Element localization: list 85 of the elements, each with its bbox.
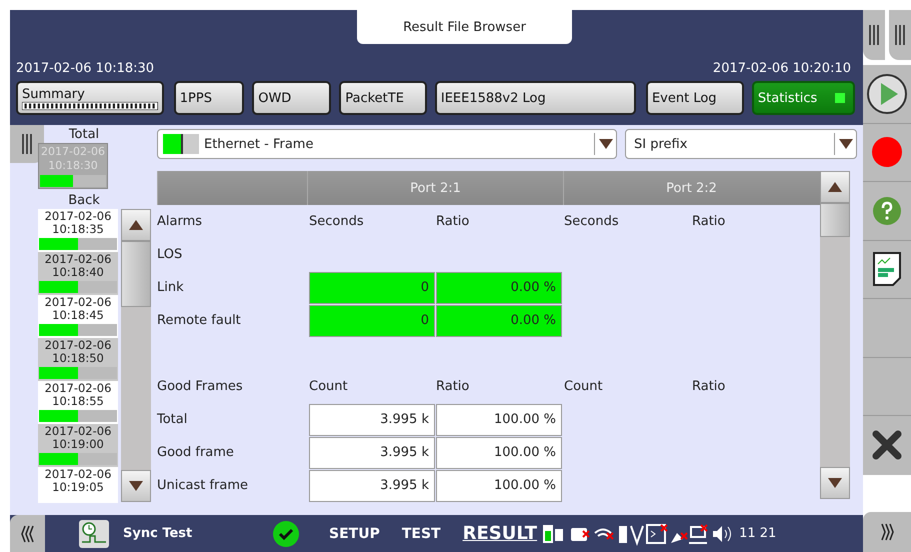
tab[interactable]: OWD bbox=[252, 81, 332, 115]
chevrons-left-icon bbox=[20, 524, 36, 544]
history-entry[interactable]: 2017-02-06 10:19:00 bbox=[38, 424, 118, 467]
panel-handle[interactable] bbox=[863, 10, 885, 60]
start-time: 2017-02-06 10:18:30 bbox=[16, 61, 154, 76]
scroll-down-button[interactable] bbox=[820, 467, 850, 499]
up-triangle-icon bbox=[129, 220, 143, 230]
caret-icon bbox=[838, 139, 852, 149]
row-label: Unicast frame bbox=[157, 478, 250, 493]
chevrons-right-icon bbox=[879, 522, 895, 542]
scrollbar[interactable] bbox=[121, 209, 151, 502]
dropdown[interactable]: SI prefix bbox=[625, 129, 857, 159]
help-icon bbox=[873, 196, 901, 225]
app-name: Sync Test bbox=[123, 526, 194, 541]
column-header: Ratio bbox=[692, 379, 726, 394]
scroll-down-button[interactable] bbox=[121, 470, 151, 502]
port-header: Port 2:2 bbox=[563, 171, 819, 205]
down-triangle-icon bbox=[129, 481, 143, 491]
section-title: Alarms bbox=[157, 214, 204, 229]
history-entry[interactable]: 2017-02-06 10:18:50 bbox=[38, 338, 118, 381]
scrollbar[interactable] bbox=[820, 171, 850, 499]
status-icon bbox=[163, 134, 201, 154]
panel-handle[interactable] bbox=[889, 10, 911, 60]
nav-button[interactable]: TEST bbox=[402, 526, 441, 542]
up-triangle-icon bbox=[828, 182, 842, 192]
value-cell: 0 bbox=[309, 272, 435, 304]
grip-icon bbox=[21, 134, 33, 154]
panel-handle[interactable] bbox=[863, 512, 911, 552]
grip-icon bbox=[868, 25, 880, 45]
dropdown[interactable]: Ethernet - Frame bbox=[157, 129, 617, 159]
row-label: LOS bbox=[157, 247, 184, 262]
down-triangle-icon bbox=[828, 478, 842, 488]
value-cell: 100.00 % bbox=[436, 470, 562, 502]
tab[interactable]: Event Log bbox=[646, 81, 744, 115]
column-header: Ratio bbox=[692, 214, 726, 229]
caret-icon bbox=[598, 139, 612, 149]
nav-button[interactable]: RESULT bbox=[462, 523, 538, 544]
scroll-up-button[interactable] bbox=[121, 209, 151, 241]
tab[interactable]: Summary bbox=[16, 81, 164, 115]
row-label: Total bbox=[157, 412, 188, 427]
panel-handle[interactable] bbox=[10, 515, 45, 552]
tab[interactable]: 1PPS bbox=[174, 81, 244, 115]
history-entry[interactable]: 2017-02-06 10:18:55 bbox=[38, 381, 118, 424]
value-cell: 100.00 % bbox=[436, 404, 562, 436]
column-header: Ratio bbox=[436, 214, 470, 229]
indicator-icon bbox=[834, 93, 845, 103]
close-icon bbox=[872, 430, 902, 460]
clock-signal-icon[interactable] bbox=[79, 520, 109, 548]
value-cell: 3.995 k bbox=[309, 470, 435, 502]
scroll-thumb[interactable] bbox=[820, 203, 850, 237]
scroll-up-button[interactable] bbox=[820, 171, 850, 203]
column-header: Ratio bbox=[436, 379, 470, 394]
nav-button[interactable]: SETUP bbox=[329, 526, 380, 542]
row-label: Remote fault bbox=[157, 313, 242, 328]
tab[interactable]: Statistics bbox=[752, 81, 855, 115]
section-title: Good Frames bbox=[157, 379, 244, 394]
end-time: 2017-02-06 10:20:10 bbox=[712, 61, 851, 76]
clock: 11 21 bbox=[739, 526, 776, 541]
history-entry[interactable]: 2017-02-06 10:19:05 bbox=[38, 467, 118, 503]
value-cell: 0.00 % bbox=[436, 272, 562, 304]
history-entry[interactable]: 2017-02-06 10:18:35 bbox=[38, 209, 118, 252]
total-label: Total bbox=[68, 127, 100, 143]
back-label: Back bbox=[67, 193, 101, 209]
history-entry[interactable]: 2017-02-06 10:18:45 bbox=[38, 295, 118, 338]
column-header: Seconds bbox=[564, 214, 620, 229]
tab[interactable]: IEEE1588v2 Log bbox=[434, 81, 636, 115]
column-header: Count bbox=[564, 379, 604, 394]
value-cell: 0 bbox=[309, 304, 435, 336]
window-title[interactable]: Result File Browser bbox=[357, 10, 572, 44]
play-icon bbox=[866, 72, 908, 115]
value-cell: 3.995 k bbox=[309, 436, 435, 468]
history-entry[interactable]: 2017-02-06 10:18:40 bbox=[38, 252, 118, 295]
value-cell: 100.00 % bbox=[436, 436, 562, 468]
value-cell: 0.00 % bbox=[436, 304, 562, 336]
row-label: Link bbox=[157, 280, 185, 295]
grip-icon bbox=[894, 25, 906, 45]
tab[interactable]: PacketTE bbox=[339, 81, 427, 115]
scroll-thumb[interactable] bbox=[121, 241, 151, 307]
column-header: Seconds bbox=[309, 214, 365, 229]
report-icon bbox=[873, 252, 901, 286]
row-label: Good frame bbox=[157, 445, 235, 460]
port-header: Port 2:1 bbox=[307, 171, 563, 205]
column-header: Count bbox=[309, 379, 349, 394]
record-icon bbox=[871, 136, 903, 168]
value-cell: 3.995 k bbox=[309, 404, 435, 436]
